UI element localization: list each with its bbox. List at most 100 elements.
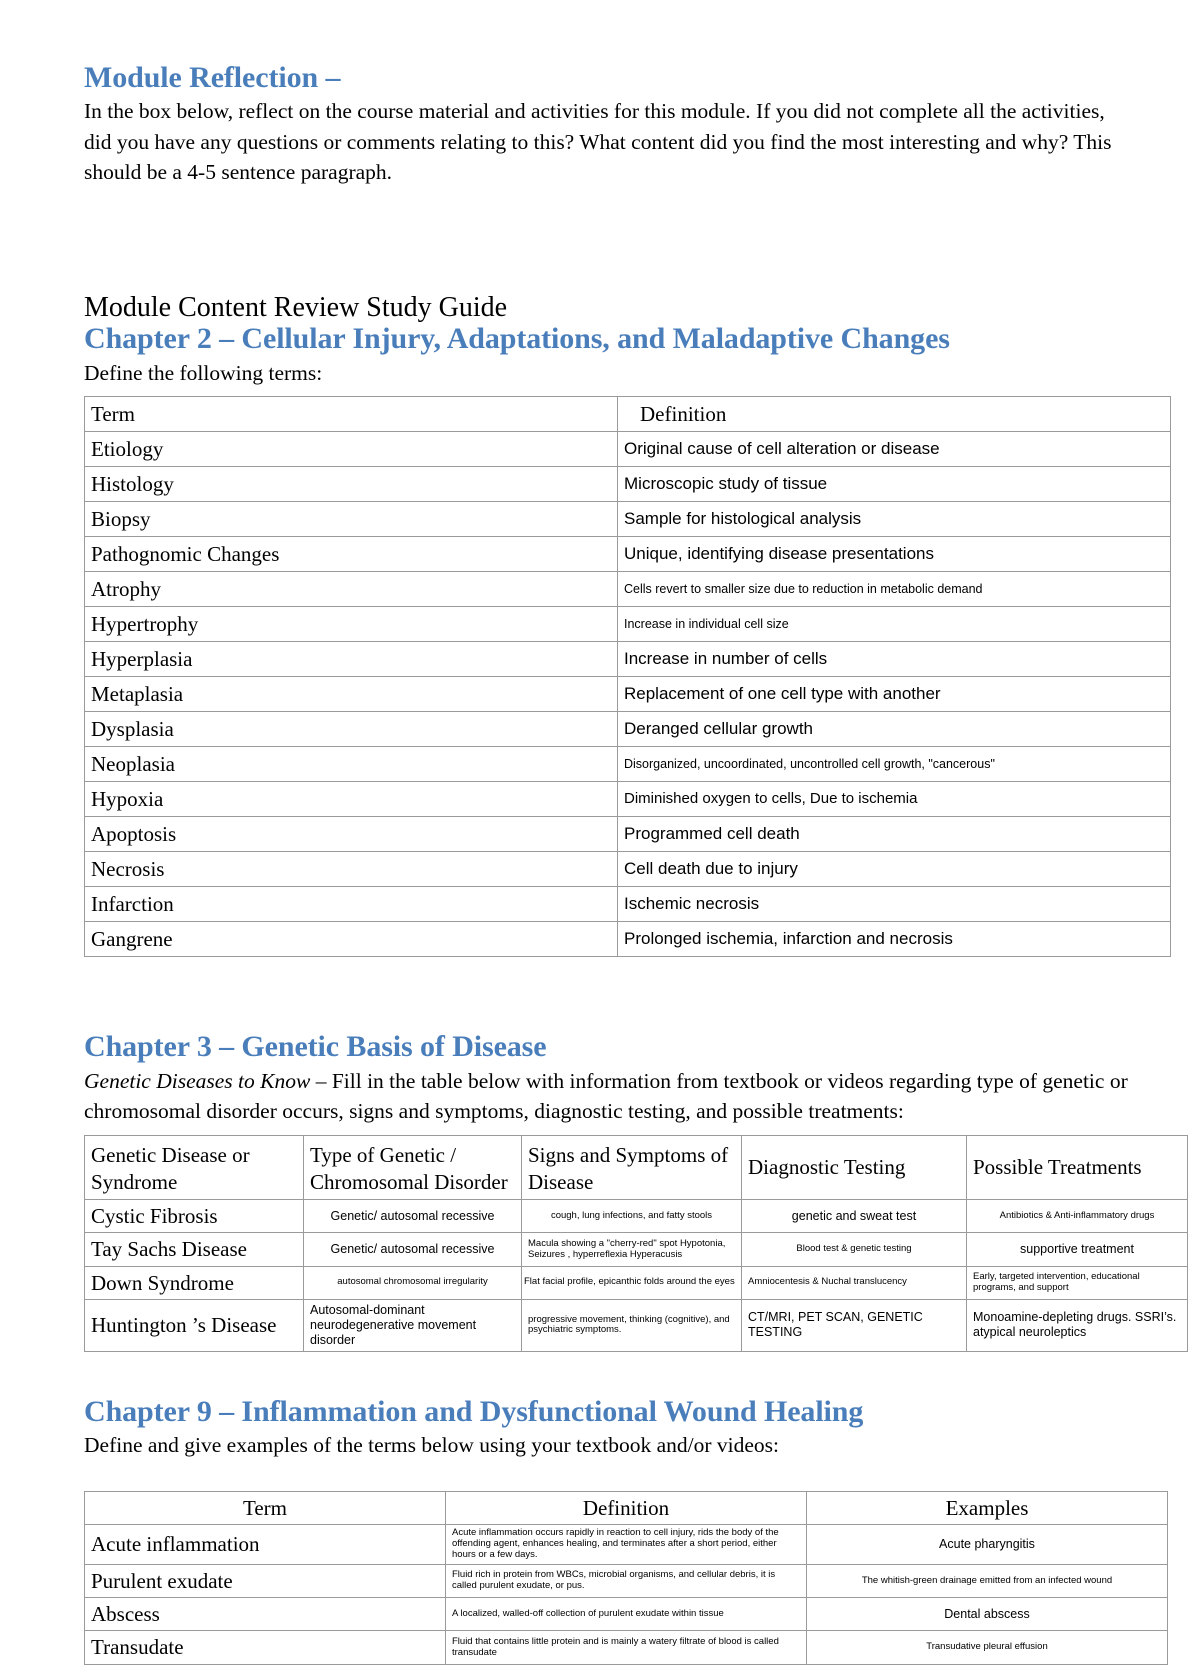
definition-cell: Microscopic study of tissue (617, 466, 1171, 503)
chapter9-heading: Chapter 9 – Inflammation and Dysfunction… (84, 1394, 864, 1428)
table-row: Cystic Fibrosis Genetic/ autosomal reces… (84, 1199, 1188, 1234)
column-header-term: Term (84, 1490, 446, 1526)
type-cell: Genetic/ autosomal recessive (303, 1199, 522, 1234)
signs-cell: Flat facial profile, epicanthic folds ar… (521, 1265, 742, 1300)
signs-cell: cough, lung infections, and fatty stools (521, 1199, 742, 1234)
term-cell: Dysplasia (84, 711, 618, 748)
table-row: Hypertrophy Increase in individual cell … (84, 606, 1171, 643)
disease-cell: Huntington ’s Disease (84, 1298, 304, 1352)
chapter2-heading: Chapter 2 – Cellular Injury, Adaptations… (84, 322, 950, 356)
example-cell: Dental abscess (806, 1597, 1168, 1632)
column-header-definition: Definition (617, 396, 1171, 433)
definition-cell: Deranged cellular growth (617, 711, 1171, 748)
definition-cell: Diminished oxygen to cells, Due to ische… (617, 781, 1171, 818)
chapter3-instruction: Genetic Diseases to Know – Fill in the t… (84, 1066, 1130, 1127)
term-cell: Histology (84, 466, 618, 503)
definition-cell: Cell death due to injury (617, 851, 1171, 888)
disease-cell: Down Syndrome (84, 1265, 304, 1300)
chapter2-instruction: Define the following terms: (84, 360, 323, 385)
table-row: Metaplasia Replacement of one cell type … (84, 676, 1171, 713)
definition-cell: Unique, identifying disease presentation… (617, 536, 1171, 573)
table-row: Gangrene Prolonged ischemia, infarction … (84, 921, 1171, 958)
table-row: Purulent exudate Fluid rich in protein f… (84, 1563, 1168, 1599)
table-row: Tay Sachs Disease Genetic/ autosomal rec… (84, 1232, 1188, 1267)
table-row: Infarction Ischemic necrosis (84, 886, 1171, 923)
term-cell: Apoptosis (84, 816, 618, 853)
definition-cell: Programmed cell death (617, 816, 1171, 853)
table-header-row: Term Definition (84, 396, 1171, 433)
example-cell: Acute pharyngitis (806, 1524, 1168, 1565)
document-page: Module Reflection – In the box below, re… (0, 0, 1200, 1665)
term-cell: Biopsy (84, 501, 618, 538)
term-cell: Neoplasia (84, 746, 618, 783)
term-cell: Hyperplasia (84, 641, 618, 678)
definition-cell: Increase in individual cell size (617, 606, 1171, 643)
table-row: Abscess A localized, walled-off collecti… (84, 1597, 1168, 1632)
table-header-row: Genetic Disease or Syndrome Type of Gene… (84, 1134, 1188, 1201)
term-cell: Gangrene (84, 921, 618, 958)
table-row: Pathognomic Changes Unique, identifying … (84, 536, 1171, 573)
column-header-treatments: Possible Treatments (966, 1134, 1188, 1201)
treatments-cell: supportive treatment (966, 1232, 1188, 1267)
term-cell: Transudate (84, 1630, 446, 1665)
definition-cell: Replacement of one cell type with anothe… (617, 676, 1171, 713)
table-row: Dysplasia Deranged cellular growth (84, 711, 1171, 748)
column-header-disease: Genetic Disease or Syndrome (84, 1134, 304, 1201)
definition-cell: Sample for histological analysis (617, 501, 1171, 538)
table-row: Acute inflammation Acute inflammation oc… (84, 1524, 1168, 1565)
diagnostic-cell: Amniocentesis & Nuchal translucency (741, 1265, 967, 1300)
table-row: Necrosis Cell death due to injury (84, 851, 1171, 888)
table-row: Etiology Original cause of cell alterati… (84, 431, 1171, 468)
table-row: Biopsy Sample for histological analysis (84, 501, 1171, 538)
diagnostic-cell: CT/MRI, PET SCAN, GENETIC TESTING (741, 1298, 967, 1352)
column-header-term: Term (84, 396, 618, 433)
definition-cell: Original cause of cell alteration or dis… (617, 431, 1171, 468)
table-row: Down Syndrome autosomal chromosomal irre… (84, 1265, 1188, 1300)
table-row: Hyperplasia Increase in number of cells (84, 641, 1171, 678)
term-cell: Pathognomic Changes (84, 536, 618, 573)
type-cell: autosomal chromosomal irregularity (303, 1265, 522, 1300)
type-cell: Genetic/ autosomal recessive (303, 1232, 522, 1267)
example-cell: Transudative pleural effusion (806, 1630, 1168, 1665)
column-header-signs: Signs and Symptoms of Disease (521, 1134, 742, 1201)
column-header-definition: Definition (445, 1490, 807, 1526)
term-cell: Purulent exudate (84, 1563, 446, 1599)
table-header-row: Term Definition Examples (84, 1490, 1168, 1526)
term-cell: Etiology (84, 431, 618, 468)
table-row: Atrophy Cells revert to smaller size due… (84, 571, 1171, 608)
table-row: Histology Microscopic study of tissue (84, 466, 1171, 503)
genetic-diseases-table: Genetic Disease or Syndrome Type of Gene… (84, 1134, 1188, 1352)
term-cell: Acute inflammation (84, 1524, 446, 1565)
definition-cell: Disorganized, uncoordinated, uncontrolle… (617, 746, 1171, 783)
disease-cell: Tay Sachs Disease (84, 1232, 304, 1267)
term-cell: Metaplasia (84, 676, 618, 713)
definition-cell: A localized, walled-off collection of pu… (445, 1597, 807, 1632)
definition-cell: Prolonged ischemia, infarction and necro… (617, 921, 1171, 958)
column-header-examples: Examples (806, 1490, 1168, 1526)
term-cell: Abscess (84, 1597, 446, 1632)
treatments-cell: Early, targeted intervention, educationa… (966, 1265, 1188, 1300)
chapter3-heading: Chapter 3 – Genetic Basis of Disease (84, 1030, 547, 1064)
chapter9-instruction: Define and give examples of the terms be… (84, 1433, 780, 1458)
diagnostic-cell: Blood test & genetic testing (741, 1232, 967, 1267)
term-cell: Atrophy (84, 571, 618, 608)
definition-cell: Acute inflammation occurs rapidly in rea… (445, 1524, 807, 1565)
table-row: Apoptosis Programmed cell death (84, 816, 1171, 853)
column-header-diagnostic: Diagnostic Testing (741, 1134, 967, 1201)
study-guide-title: Module Content Review Study Guide (84, 291, 508, 323)
term-cell: Hypertrophy (84, 606, 618, 643)
example-cell: The whitish-green drainage emitted from … (806, 1563, 1168, 1599)
signs-cell: Macula showing a "cherry-red" spot Hypot… (521, 1232, 742, 1267)
treatments-cell: Antibiotics & Anti-inflammatory drugs (966, 1199, 1188, 1234)
inflammation-table: Term Definition Examples Acute inflammat… (84, 1490, 1168, 1665)
diagnostic-cell: genetic and sweat test (741, 1199, 967, 1234)
module-reflection-paragraph: In the box below, reflect on the course … (84, 99, 1112, 185)
document-content: Module Reflection – In the box below, re… (84, 61, 1188, 1665)
